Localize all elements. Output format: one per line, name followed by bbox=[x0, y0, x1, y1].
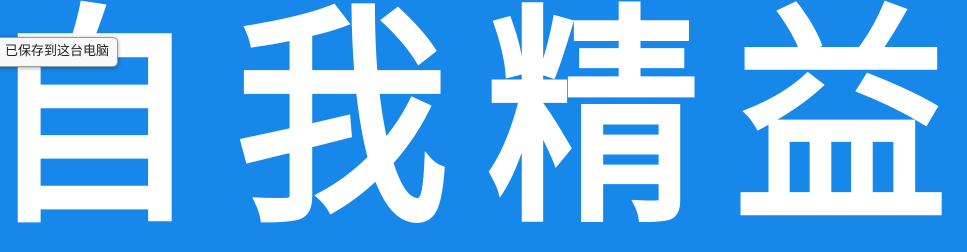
title-banner: 自 我 精 益 bbox=[0, 0, 967, 252]
title-char-yi: 益 bbox=[734, 0, 948, 252]
banner-title: 自 我 精 益 bbox=[0, 0, 967, 252]
title-char-jing: 精 bbox=[486, 0, 700, 252]
saved-to-pc-tooltip: 已保存到这台电脑 bbox=[0, 37, 119, 67]
title-char-wo: 我 bbox=[235, 0, 449, 252]
